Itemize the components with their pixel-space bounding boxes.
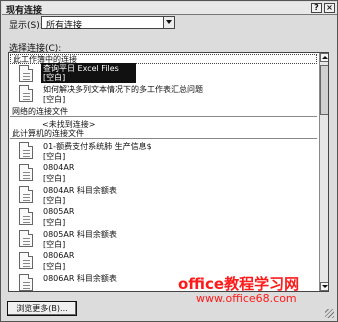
list-item-desc: [空白] xyxy=(43,240,66,249)
watermark-title: office教程学习网 xyxy=(178,275,300,293)
vertical-scrollbar[interactable] xyxy=(319,53,328,291)
scroll-up-icon[interactable] xyxy=(320,53,328,62)
close-button[interactable]: × xyxy=(324,3,335,13)
connection-file-icon xyxy=(19,230,33,247)
list-item-desc: [空白] xyxy=(43,73,66,82)
list-item-desc: [空白] xyxy=(43,218,66,227)
connection-file-icon xyxy=(19,65,33,82)
show-dropdown-value: 所有连接 xyxy=(46,21,83,31)
connection-file-icon xyxy=(19,85,33,102)
list-item-name: 0806AR xyxy=(43,251,75,260)
list-item-desc: [空白] xyxy=(43,174,66,183)
list-item-desc: [空白] xyxy=(43,95,66,104)
resize-grip-icon[interactable] xyxy=(325,309,334,318)
scroll-thumb[interactable] xyxy=(320,65,328,115)
connection-file-icon xyxy=(19,252,33,269)
show-dropdown[interactable]: 所有连接 xyxy=(41,16,175,31)
connection-file-icon xyxy=(19,274,33,291)
list-item-desc: [空白] xyxy=(43,262,66,271)
list-item-desc: [空白] xyxy=(43,152,66,161)
list-item-name: 0804AR xyxy=(43,163,75,172)
connection-file-icon xyxy=(19,164,33,181)
show-label: 显示(S): xyxy=(9,21,43,31)
group-this-computer: 此计算机的连接文件 xyxy=(10,129,317,139)
chevron-down-icon[interactable] xyxy=(163,17,174,28)
title-bar: 现有连接 ? × xyxy=(2,2,337,16)
help-button[interactable]: ? xyxy=(311,3,322,13)
watermark-url: www.office68.com xyxy=(196,292,297,305)
list-item-name: 0806AR 科目余额表 xyxy=(43,274,117,283)
connection-file-icon xyxy=(19,142,33,159)
group-network: 网络的连接文件 xyxy=(10,107,317,117)
connection-file-icon xyxy=(19,186,33,203)
connection-list[interactable]: 此工作簿中的连接 查询平日 Excel Files [空白] 如何解决多列文本情… xyxy=(8,52,329,292)
list-item-name: 0805AR xyxy=(43,207,75,216)
dialog-title: 现有连接 xyxy=(6,6,43,16)
scroll-down-icon[interactable] xyxy=(320,282,328,291)
browse-more-button[interactable]: 浏览更多(B)... xyxy=(7,301,77,316)
selected-item-highlight[interactable]: 查询平日 Excel Files [空白] xyxy=(41,63,136,83)
list-item-desc: [空白] xyxy=(43,196,66,205)
existing-connections-dialog: 现有连接 ? × 显示(S): 所有连接 选择连接(C): 此工作簿中的连接 查… xyxy=(0,0,338,322)
connection-file-icon xyxy=(19,208,33,225)
list-item-name: 如何解决多列文本情况下的多工作表汇总问题 xyxy=(43,85,203,94)
